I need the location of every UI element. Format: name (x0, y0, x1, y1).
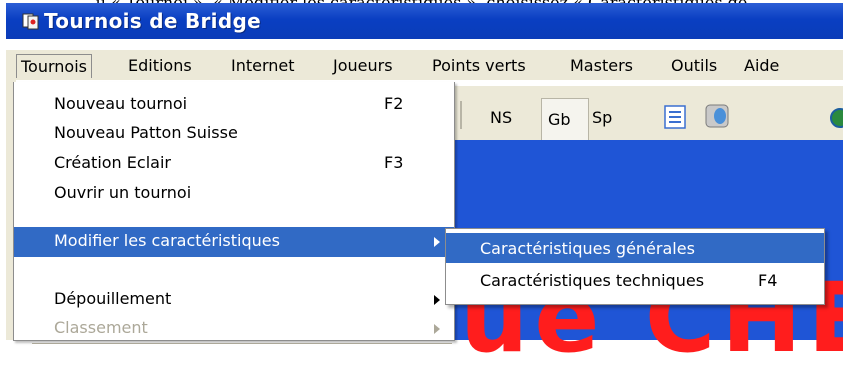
menu-item-nouveau-patton-suisse[interactable]: Nouveau Patton Suisse (14, 119, 454, 149)
menu-item-label: Dépouillement (54, 289, 172, 308)
menu-joueurs[interactable]: Joueurs (333, 56, 393, 75)
menu-item-label: Caractéristiques techniques (480, 271, 705, 290)
menu-item-shortcut: F3 (384, 153, 404, 172)
toolbar-separator (460, 101, 462, 129)
menu-item-label: Modifier les caractéristiques (54, 231, 280, 250)
toolbar-ns-button[interactable]: NS (490, 108, 512, 127)
menu-masters[interactable]: Masters (570, 56, 633, 75)
menu-item-ouvrir-un-tournoi[interactable]: Ouvrir un tournoi (14, 179, 454, 209)
menu-points-verts[interactable]: Points verts (432, 56, 526, 75)
globe-icon[interactable] (826, 106, 843, 130)
menu-item-label: Nouveau tournoi (54, 94, 188, 113)
submenu-arrow-icon (434, 237, 440, 247)
database-icon[interactable] (703, 102, 731, 130)
menu-internet[interactable]: Internet (231, 56, 295, 75)
menu-item-label: Nouveau Patton Suisse (54, 123, 238, 142)
window-title: Tournois de Bridge (44, 9, 261, 33)
submenu-arrow-icon (434, 324, 440, 334)
menu-item-modifier-les-caracteristiques[interactable]: Modifier les caractéristiques (14, 227, 454, 257)
toolbar-gb-button[interactable]: Gb (548, 110, 571, 129)
menu-item-label: Ouvrir un tournoi (54, 183, 192, 202)
menu-item-nouveau-tournoi[interactable]: Nouveau tournoi F2 (14, 90, 454, 120)
menu-item-label: Caractéristiques générales (480, 239, 695, 258)
menu-item-shortcut: F2 (384, 94, 404, 113)
menu-aide[interactable]: Aide (744, 56, 779, 75)
menu-item-shortcut: F4 (758, 271, 778, 290)
toolbar-sp-button[interactable]: Sp (592, 108, 612, 127)
menu-outils[interactable]: Outils (671, 56, 717, 75)
list-icon[interactable] (663, 104, 687, 130)
caracteristiques-submenu: Caractéristiques générales Caractéristiq… (445, 228, 825, 305)
tournois-dropdown-menu: Nouveau tournoi F2 Nouveau Patton Suisse… (13, 82, 455, 345)
submenu-arrow-icon (434, 295, 440, 305)
app-cards-icon (22, 13, 39, 30)
menu-bar: Tournois Editions Internet Joueurs Point… (6, 50, 843, 80)
menu-item-creation-eclair[interactable]: Création Eclair F3 (14, 149, 454, 179)
menu-tournois[interactable]: Tournois (16, 54, 92, 78)
menu-item-caracteristiques-techniques[interactable]: Caractéristiques techniques F4 (446, 265, 824, 295)
menu-item-label: Création Eclair (54, 153, 171, 172)
window-title-bar[interactable]: Tournois de Bridge (6, 3, 843, 39)
menu-item-label: Classement (54, 318, 148, 337)
menu-item-caracteristiques-generales[interactable]: Caractéristiques générales (446, 233, 824, 263)
menu-item-depouillement[interactable]: Dépouillement (14, 285, 454, 315)
menu-editions[interactable]: Editions (128, 56, 192, 75)
